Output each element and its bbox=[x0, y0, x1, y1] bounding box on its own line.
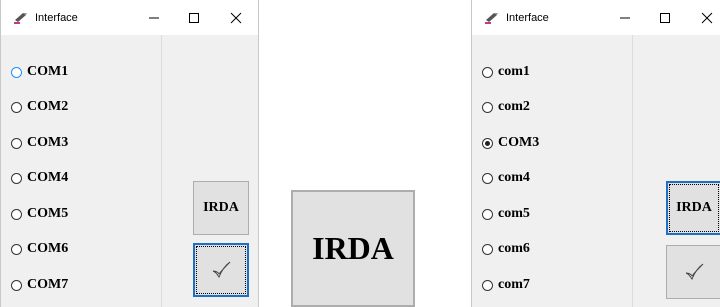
maximize-button[interactable] bbox=[174, 0, 214, 35]
radio-com5[interactable]: COM5 bbox=[11, 204, 68, 224]
close-button[interactable] bbox=[216, 0, 256, 35]
maximize-icon bbox=[660, 13, 670, 23]
radio-button-selected[interactable] bbox=[482, 137, 493, 149]
radio-com6[interactable]: com6 bbox=[482, 239, 530, 259]
radio-com7[interactable]: com7 bbox=[482, 275, 530, 295]
radio-com7[interactable]: COM7 bbox=[11, 275, 68, 295]
minimize-button[interactable] bbox=[134, 0, 174, 35]
minimize-icon bbox=[149, 17, 159, 19]
close-icon bbox=[701, 12, 713, 24]
port-list: COM1 COM2 COM3 COM4 COM5 COM6 COM7 bbox=[1, 35, 161, 307]
radio-button[interactable] bbox=[11, 101, 22, 113]
radio-com4[interactable]: com4 bbox=[482, 168, 530, 188]
checkmark-icon bbox=[212, 261, 231, 279]
button-panel: IRDA bbox=[632, 35, 720, 307]
radio-button[interactable] bbox=[11, 172, 22, 184]
title-bar: Interface bbox=[1, 0, 258, 35]
radio-button[interactable] bbox=[11, 137, 22, 149]
radio-button[interactable] bbox=[11, 66, 22, 78]
radio-com2[interactable]: COM2 bbox=[11, 97, 68, 117]
radio-button[interactable] bbox=[482, 243, 493, 255]
ok-button[interactable] bbox=[666, 245, 720, 299]
irda-button[interactable]: IRDA bbox=[193, 181, 249, 235]
radio-button[interactable] bbox=[11, 279, 22, 291]
radio-button[interactable] bbox=[482, 101, 493, 113]
radio-button[interactable] bbox=[482, 208, 493, 220]
radio-button[interactable] bbox=[11, 243, 22, 255]
window-title: Interface bbox=[35, 12, 78, 24]
title-bar: Interface bbox=[472, 0, 720, 35]
app-icon bbox=[14, 13, 27, 24]
interface-window-right: Interface com1 com2 COM3 com4 com5 com6 … bbox=[471, 0, 720, 307]
interface-window-left: Interface COM1 COM2 COM3 COM4 COM5 COM6 … bbox=[0, 0, 259, 307]
radio-com4[interactable]: COM4 bbox=[11, 168, 68, 188]
radio-com6[interactable]: COM6 bbox=[11, 239, 68, 259]
radio-com1[interactable]: COM1 bbox=[11, 62, 68, 82]
checkmark-icon bbox=[685, 263, 704, 281]
maximize-button[interactable] bbox=[645, 0, 685, 35]
radio-com3[interactable]: COM3 bbox=[482, 133, 539, 153]
radio-com1[interactable]: com1 bbox=[482, 62, 530, 82]
radio-com5[interactable]: com5 bbox=[482, 204, 530, 224]
radio-com3[interactable]: COM3 bbox=[11, 133, 68, 153]
irda-button[interactable]: IRDA bbox=[666, 181, 720, 235]
port-list: com1 com2 COM3 com4 com5 com6 com7 bbox=[472, 35, 632, 307]
close-button[interactable] bbox=[687, 0, 720, 35]
maximize-icon bbox=[189, 13, 199, 23]
radio-button[interactable] bbox=[11, 208, 22, 220]
app-icon bbox=[485, 13, 498, 24]
minimize-icon bbox=[620, 17, 630, 19]
radio-button[interactable] bbox=[482, 279, 493, 291]
radio-button[interactable] bbox=[482, 172, 493, 184]
close-icon bbox=[230, 12, 242, 24]
window-title: Interface bbox=[506, 12, 549, 24]
radio-button[interactable] bbox=[482, 66, 493, 78]
minimize-button[interactable] bbox=[605, 0, 645, 35]
irda-button-zoomed[interactable]: IRDA bbox=[291, 190, 415, 307]
ok-button[interactable] bbox=[193, 243, 249, 297]
button-panel: IRDA bbox=[161, 35, 258, 307]
radio-com2[interactable]: com2 bbox=[482, 97, 530, 117]
